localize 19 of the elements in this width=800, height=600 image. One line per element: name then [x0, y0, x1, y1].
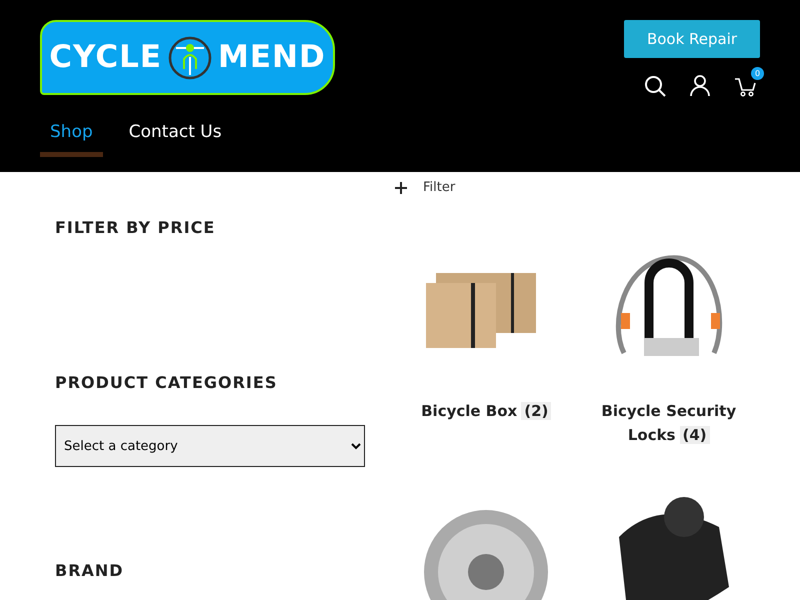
logo-text: CYCLE: [49, 42, 162, 73]
section-heading: FILTER BY PRICE: [55, 217, 216, 239]
cart-icon[interactable]: [734, 76, 756, 97]
category-count: (2): [521, 402, 552, 420]
user-icon[interactable]: [690, 75, 710, 97]
bicycle-logo-icon: [168, 34, 212, 80]
category-select[interactable]: Select a category: [55, 425, 365, 467]
filter-toggle[interactable]: Filter: [423, 178, 456, 198]
section-heading: PRODUCT CATEGORIES: [55, 372, 278, 394]
category-count: (4): [680, 426, 710, 444]
category-name[interactable]: Bicycle Box (2): [421, 398, 552, 422]
section-heading: BRAND: [55, 560, 125, 582]
cart-count-badge: 0: [751, 67, 764, 80]
nav-link[interactable]: Shop: [40, 120, 103, 156]
search-icon[interactable]: [644, 75, 666, 97]
plus-icon[interactable]: [395, 182, 407, 194]
category-name[interactable]: Bicycle Security Locks (4): [594, 398, 744, 446]
nav-link[interactable]: Contact Us: [118, 120, 232, 156]
logo-text: MEND: [218, 42, 326, 73]
